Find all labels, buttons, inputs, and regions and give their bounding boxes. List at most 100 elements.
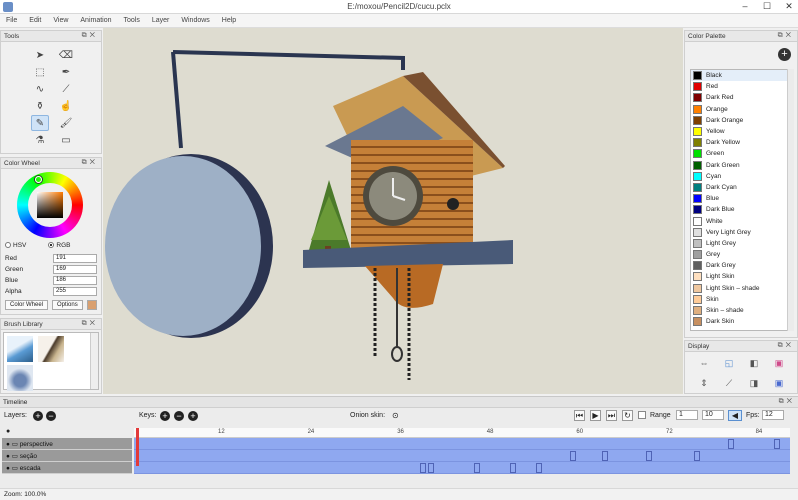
polyline-icon[interactable]: ⟋ bbox=[57, 81, 75, 97]
panel-float-close-icon[interactable]: ⧉✕ bbox=[779, 398, 795, 406]
play-next-icon[interactable]: ⏭ bbox=[606, 410, 617, 421]
palette-item[interactable]: Yellow bbox=[691, 126, 787, 137]
panel-float-close-icon[interactable]: ⧉✕ bbox=[82, 320, 98, 328]
eyedropper-icon[interactable]: ⚗ bbox=[31, 132, 49, 148]
palette-item[interactable]: Cyan bbox=[691, 171, 787, 182]
saturation-value-square[interactable] bbox=[37, 192, 63, 218]
panel-float-close-icon[interactable]: ⧉✕ bbox=[82, 32, 98, 40]
minimize-icon[interactable]: – bbox=[738, 1, 752, 12]
color-wheel-tab[interactable]: Color Wheel bbox=[5, 300, 49, 310]
palette-item[interactable]: Dark Skin bbox=[691, 316, 787, 327]
green-spinbox[interactable]: 169 bbox=[53, 265, 97, 274]
duplicate-key-icon[interactable]: + bbox=[188, 411, 198, 421]
palette-item[interactable]: Grey bbox=[691, 249, 787, 260]
range-to-spinbox[interactable]: 10 bbox=[702, 410, 724, 420]
menu-animation[interactable]: Animation bbox=[80, 17, 111, 24]
keyframe[interactable] bbox=[428, 463, 434, 473]
frame-tracks[interactable]: 12 24 36 48 60 72 84 bbox=[134, 428, 790, 478]
palette-item[interactable]: Skin bbox=[691, 294, 787, 305]
layer-track[interactable] bbox=[134, 438, 790, 450]
red-spinbox[interactable]: 191 bbox=[53, 254, 97, 263]
palette-item[interactable]: Dark Green bbox=[691, 160, 787, 171]
thin-lines-icon[interactable]: ⟋ bbox=[720, 375, 738, 391]
maximize-icon[interactable]: ☐ bbox=[760, 1, 774, 12]
menu-edit[interactable]: Edit bbox=[29, 17, 41, 24]
alpha-spinbox[interactable]: 255 bbox=[53, 287, 97, 296]
palette-item[interactable]: Dark Blue bbox=[691, 204, 787, 215]
layer-row[interactable]: ● ▭ escada bbox=[2, 462, 132, 474]
keyframe[interactable] bbox=[602, 451, 608, 461]
menu-file[interactable]: File bbox=[6, 17, 17, 24]
palette-item[interactable]: Green bbox=[691, 148, 787, 159]
keyframe[interactable] bbox=[474, 463, 480, 473]
loop-icon[interactable]: ↻ bbox=[622, 410, 633, 421]
palette-item[interactable]: Skin – shade bbox=[691, 305, 787, 316]
outline-icon[interactable]: ◱ bbox=[720, 355, 738, 371]
palette-item[interactable]: Black bbox=[691, 70, 787, 82]
brush-thumb-paint[interactable] bbox=[7, 365, 33, 391]
keyframe[interactable] bbox=[570, 451, 576, 461]
menu-tools[interactable]: Tools bbox=[124, 17, 140, 24]
select-rect-icon[interactable]: ⬚ bbox=[31, 64, 49, 80]
keyframe[interactable] bbox=[774, 439, 780, 449]
fps-spinbox[interactable]: 12 bbox=[762, 410, 784, 420]
palette-item[interactable]: Dark Grey bbox=[691, 260, 787, 271]
brush-thumb-marker[interactable] bbox=[38, 336, 64, 362]
drawing-canvas[interactable] bbox=[103, 28, 683, 394]
frame-ruler[interactable]: 12 24 36 48 60 72 84 bbox=[134, 428, 790, 438]
menu-view[interactable]: View bbox=[53, 17, 68, 24]
menu-windows[interactable]: Windows bbox=[181, 17, 209, 24]
menu-help[interactable]: Help bbox=[222, 17, 236, 24]
add-layer-icon[interactable]: + bbox=[33, 411, 43, 421]
horizontal-flip-icon[interactable]: ⇔ bbox=[695, 355, 713, 371]
palette-item[interactable]: Light Grey bbox=[691, 238, 787, 249]
onion-next-icon[interactable]: ◨ bbox=[745, 375, 763, 391]
palette-item[interactable]: Dark Orange bbox=[691, 115, 787, 126]
palette-item[interactable]: White bbox=[691, 215, 787, 226]
options-tab[interactable]: Options bbox=[52, 300, 83, 310]
current-color-swatch[interactable] bbox=[86, 300, 97, 310]
play-icon[interactable]: ▶ bbox=[590, 410, 601, 421]
lasso-icon[interactable]: ∿ bbox=[31, 81, 49, 97]
remove-key-icon[interactable]: − bbox=[174, 411, 184, 421]
add-color-button[interactable]: + bbox=[778, 48, 791, 61]
pencil-icon[interactable]: ✎ bbox=[31, 115, 49, 131]
panel-float-close-icon[interactable]: ⧉✕ bbox=[778, 342, 794, 350]
blue-spinbox[interactable]: 186 bbox=[53, 276, 97, 285]
eraser-icon[interactable]: ▭ bbox=[57, 132, 75, 148]
layer-row[interactable]: ● ▭ seção bbox=[2, 450, 132, 462]
menu-layer[interactable]: Layer bbox=[152, 17, 170, 24]
sound-icon[interactable]: ◀ bbox=[728, 410, 742, 421]
palette-item[interactable]: Very Light Grey bbox=[691, 227, 787, 238]
palette-scrollbar[interactable] bbox=[787, 69, 794, 331]
layer-row[interactable]: ● ▭ perspective bbox=[2, 438, 132, 450]
smudge-icon[interactable]: ☝ bbox=[57, 98, 75, 114]
keyframe[interactable] bbox=[536, 463, 542, 473]
onion-skin-icon[interactable]: ⊙ bbox=[392, 411, 399, 420]
add-key-icon[interactable]: + bbox=[160, 411, 170, 421]
vertical-flip-icon[interactable]: ⇕ bbox=[695, 375, 713, 391]
play-prev-icon[interactable]: ⏮ bbox=[574, 410, 585, 421]
color-wheel[interactable] bbox=[17, 172, 83, 238]
layer-track[interactable] bbox=[134, 450, 790, 462]
range-from-spinbox[interactable]: 1 bbox=[676, 410, 698, 420]
brush-thumb-blue-pencil[interactable] bbox=[7, 336, 33, 362]
panel-float-close-icon[interactable]: ⧉✕ bbox=[82, 159, 98, 167]
keyframe[interactable] bbox=[646, 451, 652, 461]
range-checkbox[interactable] bbox=[638, 411, 646, 419]
palette-item[interactable]: Dark Yellow bbox=[691, 137, 787, 148]
panel-float-close-icon[interactable]: ⧉✕ bbox=[778, 32, 794, 40]
palette-item[interactable]: Dark Cyan bbox=[691, 182, 787, 193]
onion-blue-icon[interactable]: ▣ bbox=[770, 375, 788, 391]
clear-icon[interactable]: ⌫ bbox=[57, 47, 75, 63]
remove-layer-icon[interactable]: − bbox=[46, 411, 56, 421]
palette-item[interactable]: Blue bbox=[691, 193, 787, 204]
layer-track[interactable] bbox=[134, 462, 790, 474]
palette-item[interactable]: Light Skin – shade bbox=[691, 283, 787, 294]
onion-colored-icon[interactable]: ▣ bbox=[770, 355, 788, 371]
onion-prev-icon[interactable]: ◧ bbox=[745, 355, 763, 371]
palette-item[interactable]: Orange bbox=[691, 104, 787, 115]
playhead[interactable] bbox=[136, 428, 139, 466]
keyframe[interactable] bbox=[728, 439, 734, 449]
palette-item[interactable]: Light Skin bbox=[691, 271, 787, 282]
